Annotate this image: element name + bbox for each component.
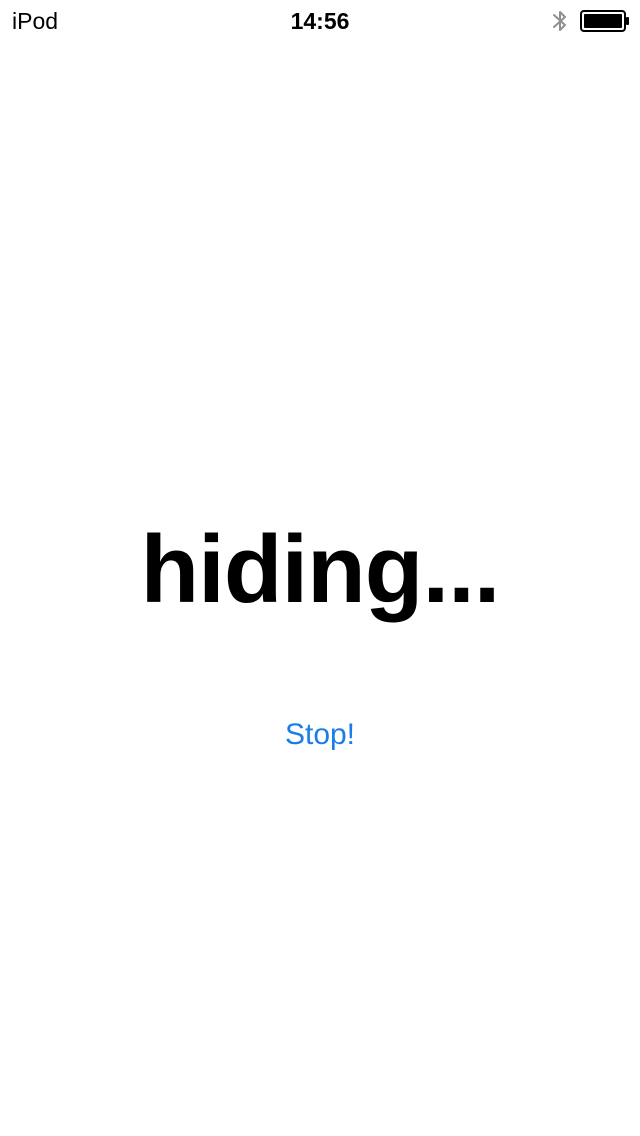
hiding-status-text: hiding... [140,516,501,623]
status-bar: iPod 14:56 [0,0,640,40]
stop-button[interactable]: Stop! [260,712,380,758]
app-screen: iPod 14:56 hiding... Stop! [0,0,640,1136]
battery-full-icon [580,10,629,32]
bluetooth-icon [553,11,566,31]
status-time: 14:56 [290,8,350,34]
